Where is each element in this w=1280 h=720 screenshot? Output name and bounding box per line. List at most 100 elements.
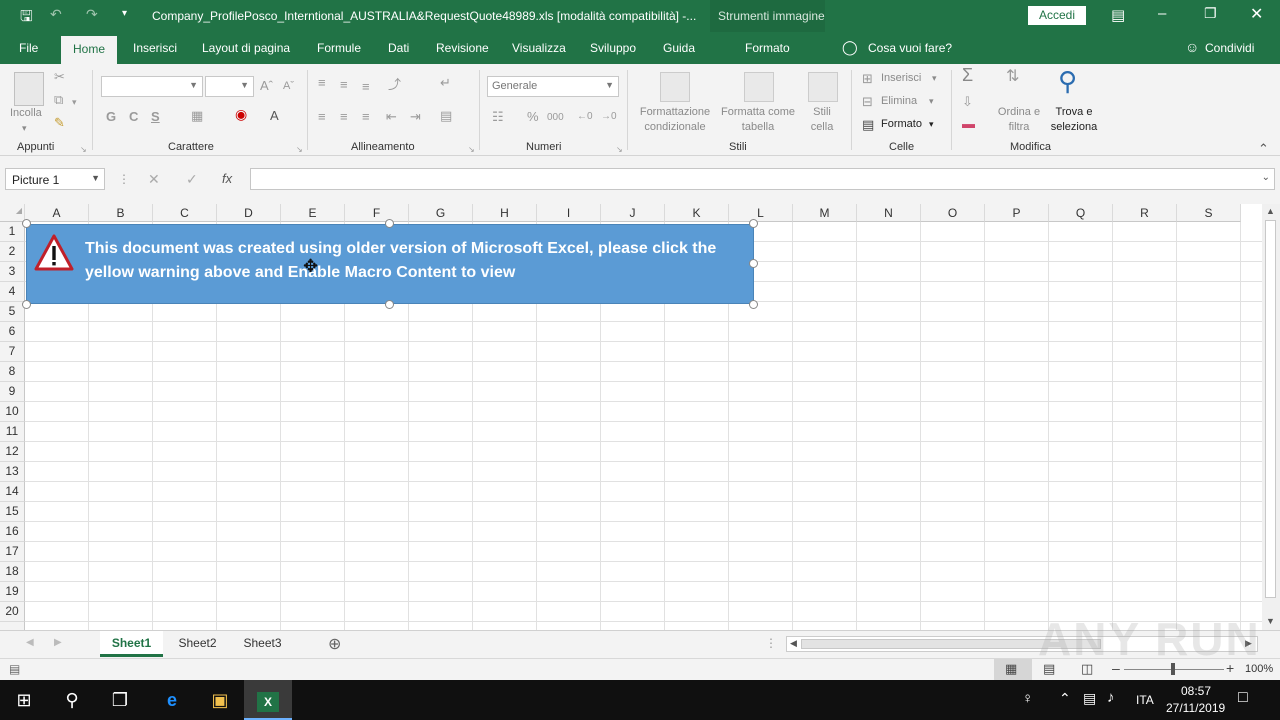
column-header[interactable]: O — [921, 204, 985, 222]
column-header[interactable]: I — [537, 204, 601, 222]
increase-indent-icon[interactable]: ⇥ — [410, 110, 421, 124]
percent-button[interactable]: % — [527, 110, 539, 124]
row-header[interactable]: 20 — [0, 602, 25, 622]
minimize-icon[interactable]: – — [1158, 5, 1166, 22]
sheet-tab-sheet2[interactable]: Sheet2 — [166, 631, 229, 657]
borders-icon[interactable]: ▦ — [191, 109, 203, 123]
italic-button[interactable]: C — [129, 110, 138, 124]
align-right-icon[interactable]: ≡ — [362, 110, 370, 124]
tab-page-layout[interactable]: Layout di pagina — [202, 41, 290, 55]
sheet-tab-sheet1[interactable]: Sheet1 — [100, 631, 163, 657]
align-center-icon[interactable]: ≡ — [340, 110, 348, 124]
edge-browser-icon[interactable]: e — [148, 680, 196, 720]
scroll-left-icon[interactable]: ◀ — [790, 638, 797, 649]
row-header[interactable]: 17 — [0, 542, 25, 562]
conditional-formatting-icon[interactable] — [660, 72, 690, 102]
resize-handle-top-left[interactable] — [22, 219, 31, 228]
next-sheet-icon[interactable]: ▶ — [54, 637, 62, 648]
align-middle-icon[interactable]: ≡ — [340, 78, 348, 92]
sheet-tab-sheet3[interactable]: Sheet3 — [232, 631, 293, 657]
clock-time[interactable]: 08:57 — [1181, 684, 1211, 698]
network-icon[interactable]: ▤ — [1083, 690, 1096, 707]
resize-handle-right[interactable] — [749, 259, 758, 268]
column-header[interactable]: E — [281, 204, 345, 222]
column-header[interactable]: A — [25, 204, 89, 222]
select-all-corner[interactable]: ◢ — [0, 204, 25, 222]
tell-me-search[interactable]: Cosa vuoi fare? — [868, 41, 952, 55]
tab-home[interactable]: Home — [61, 36, 118, 64]
confirm-entry-icon[interactable]: ✓ — [186, 171, 198, 188]
increase-decimal-icon[interactable]: ←0 — [577, 110, 593, 124]
font-name-combo[interactable]: ▼ — [101, 76, 203, 97]
row-header[interactable]: 3 — [0, 262, 25, 282]
merge-center-icon[interactable]: ▤ — [440, 109, 452, 123]
delete-cells-button[interactable]: Elimina — [881, 94, 917, 109]
currency-icon[interactable]: ☷ — [492, 110, 504, 124]
resize-handle-top-right[interactable] — [749, 219, 758, 228]
row-header[interactable]: 14 — [0, 482, 25, 502]
font-size-combo[interactable]: ▼ — [205, 76, 254, 97]
column-header[interactable]: P — [985, 204, 1049, 222]
format-as-table-icon[interactable] — [744, 72, 774, 102]
customize-toolbar-icon[interactable]: ▾ — [122, 8, 127, 19]
vertical-scroll-thumb[interactable] — [1265, 220, 1276, 598]
align-bottom-icon[interactable]: ≡ — [362, 80, 370, 94]
volume-icon[interactable]: ♪ — [1107, 689, 1115, 706]
tab-formulas[interactable]: Formule — [317, 41, 361, 55]
tab-format[interactable]: Formato — [745, 41, 790, 55]
align-top-icon[interactable]: ≡ — [318, 76, 326, 90]
undo-icon[interactable]: ↶ — [50, 6, 62, 23]
row-header[interactable]: 12 — [0, 442, 25, 462]
row-header[interactable]: 16 — [0, 522, 25, 542]
column-header[interactable]: J — [601, 204, 665, 222]
column-header[interactable]: H — [473, 204, 537, 222]
sort-filter-icon[interactable]: ⇅ — [1006, 69, 1019, 85]
copy-dropdown-icon[interactable]: ▾ — [72, 95, 77, 109]
column-header[interactable]: Q — [1049, 204, 1113, 222]
tab-splitter-icon[interactable]: ⋮ — [765, 636, 777, 650]
format-as-table-button[interactable]: Formatta come tabella — [716, 105, 800, 135]
paste-icon[interactable] — [14, 72, 44, 106]
align-left-icon[interactable]: ≡ — [318, 110, 326, 124]
scroll-down-icon[interactable]: ▼ — [1266, 616, 1275, 626]
signin-button[interactable]: Accedi — [1028, 6, 1086, 25]
paste-dropdown-icon[interactable]: ▾ — [22, 121, 27, 136]
resize-handle-bottom-left[interactable] — [22, 300, 31, 309]
row-header[interactable]: 2 — [0, 242, 25, 262]
row-header-partial[interactable] — [0, 622, 25, 630]
resize-handle-top[interactable] — [385, 219, 394, 228]
find-select-button[interactable]: Trova e seleziona — [1046, 105, 1102, 135]
row-header[interactable]: 6 — [0, 322, 25, 342]
column-header[interactable]: K — [665, 204, 729, 222]
font-color-icon[interactable]: A — [270, 109, 279, 123]
insert-cells-button[interactable]: Inserisci — [881, 71, 921, 86]
number-format-combo[interactable]: Generale ▼ — [487, 76, 619, 97]
tab-insert[interactable]: Inserisci — [133, 41, 177, 55]
row-header[interactable]: 13 — [0, 462, 25, 482]
action-center-icon[interactable]: □ — [1238, 689, 1248, 707]
row-header[interactable]: 8 — [0, 362, 25, 382]
tray-expand-icon[interactable]: ⌃ — [1059, 690, 1071, 707]
cell-styles-button[interactable]: Stili cella — [803, 105, 841, 135]
orientation-icon[interactable]: ⤴ — [388, 78, 401, 92]
clipboard-launcher-icon[interactable]: ↘ — [80, 143, 87, 157]
clock-date[interactable]: 27/11/2019 — [1166, 701, 1225, 715]
formula-input[interactable]: ⌄ — [250, 168, 1275, 190]
cut-icon[interactable]: ✂ — [54, 70, 65, 84]
find-select-icon[interactable]: ⚲ — [1058, 66, 1077, 96]
cancel-entry-icon[interactable]: ✕ — [148, 171, 160, 188]
tab-file[interactable]: File — [19, 41, 38, 55]
tab-review[interactable]: Revisione — [436, 41, 489, 55]
column-header[interactable]: R — [1113, 204, 1177, 222]
decrease-decimal-icon[interactable]: →0 — [601, 110, 617, 124]
insert-cells-dropdown-icon[interactable]: ▾ — [932, 71, 937, 86]
fill-color-icon[interactable]: ◉ — [235, 107, 247, 121]
collapse-ribbon-icon[interactable]: ⌃ — [1258, 142, 1269, 156]
warning-banner-picture[interactable]: This document was created using older ve… — [26, 224, 754, 304]
column-header[interactable]: L — [729, 204, 793, 222]
wrap-text-icon[interactable]: ↵ — [440, 76, 451, 90]
underline-button[interactable]: S — [151, 110, 160, 124]
alignment-launcher-icon[interactable]: ↘ — [468, 143, 475, 157]
comma-style-button[interactable]: 000 — [547, 111, 564, 125]
copy-icon[interactable]: ⧉ — [54, 93, 63, 107]
